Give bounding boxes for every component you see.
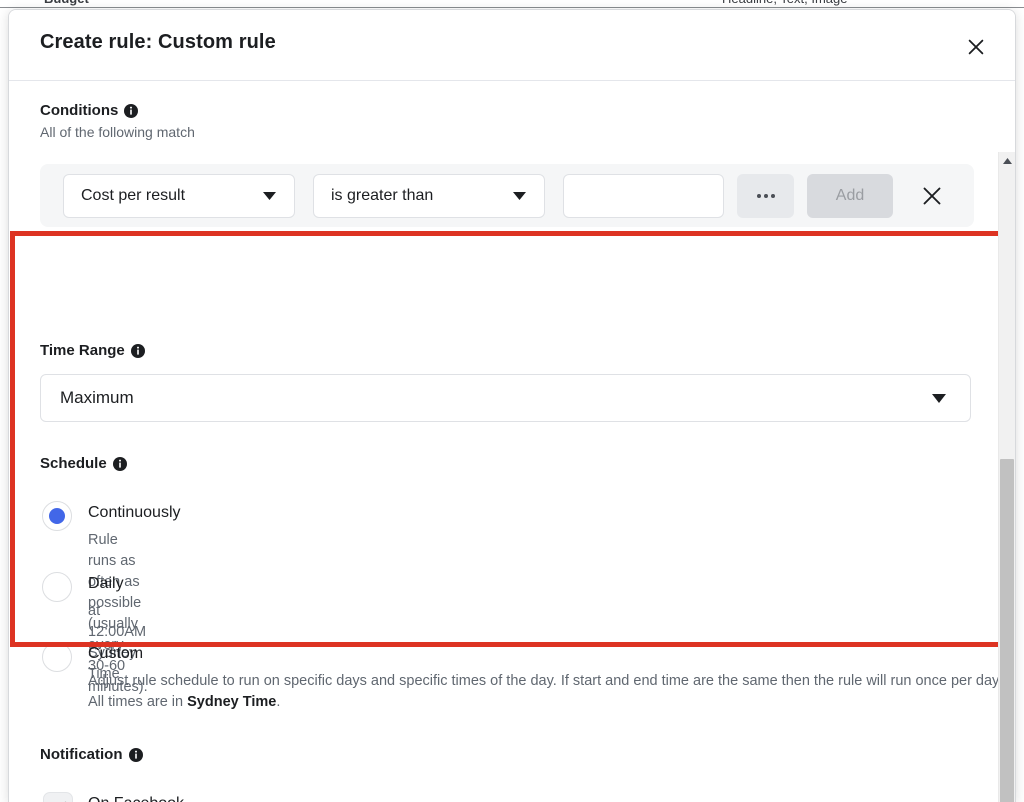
info-icon[interactable] <box>113 457 127 471</box>
more-dot <box>757 194 761 198</box>
page-title: Create rule: Custom rule <box>40 31 276 54</box>
chevron-down-icon <box>508 192 530 200</box>
add-condition-button[interactable]: Add <box>807 174 893 218</box>
background-text-right: Headline, Text, Image <box>722 0 848 6</box>
notification-label: Notification <box>40 746 974 763</box>
notification-facebook-title: On Facebook <box>88 795 184 802</box>
remove-condition-button[interactable] <box>912 176 952 216</box>
background-text-left: Budget <box>44 0 89 6</box>
condition-row: Cost per result is greater than <box>40 164 974 227</box>
scrollbar[interactable] <box>998 152 1015 802</box>
radio-button-continuously[interactable] <box>42 501 72 531</box>
schedule-option-description: Adjust rule schedule to run on specific … <box>88 671 1015 713</box>
schedule-section: Schedule Continuously Rule runs as often… <box>40 455 990 472</box>
time-range-select[interactable]: Maximum <box>40 374 971 422</box>
chevron-down-icon <box>258 192 280 200</box>
dialog-header: Create rule: Custom rule <box>9 10 1015 81</box>
notification-section: Notification On Facebook You'll recei <box>40 746 974 763</box>
time-range-section: Time Range Maximum <box>40 342 974 359</box>
close-icon <box>921 185 943 207</box>
info-icon[interactable] <box>129 748 143 762</box>
condition-more-button[interactable] <box>737 174 794 218</box>
radio-button-custom[interactable] <box>42 642 72 672</box>
background-divider <box>0 7 1024 8</box>
condition-operator-value: is greater than <box>314 187 508 205</box>
conditions-label-text: Conditions <box>40 102 118 119</box>
scrollbar-up-arrow-icon[interactable] <box>999 152 1015 169</box>
notification-label-text: Notification <box>40 746 123 763</box>
close-icon <box>966 37 986 57</box>
time-range-value: Maximum <box>41 388 928 408</box>
time-range-label: Time Range <box>40 342 974 359</box>
custom-desc-timezone: Sydney Time <box>187 694 276 710</box>
info-icon[interactable] <box>124 104 138 118</box>
radio-dot <box>49 508 65 524</box>
background-caret-icon: ▼ <box>178 0 189 3</box>
more-dot <box>764 194 768 198</box>
close-button[interactable] <box>959 30 993 64</box>
radio-button-daily[interactable] <box>42 572 72 602</box>
condition-metric-value: Cost per result <box>64 187 258 205</box>
schedule-label: Schedule <box>40 455 990 472</box>
condition-operator-select[interactable]: is greater than <box>313 174 545 218</box>
more-dot <box>771 194 775 198</box>
dialog-body: Conditions All of the following match Co… <box>9 81 1015 802</box>
radio-dot <box>49 649 65 665</box>
schedule-option-title: Continuously <box>88 504 181 522</box>
schedule-option-title: Custom <box>88 645 143 663</box>
create-rule-dialog: Create rule: Custom rule Conditions All … <box>8 9 1016 802</box>
time-range-label-text: Time Range <box>40 342 125 359</box>
conditions-subtitle: All of the following match <box>40 124 974 140</box>
schedule-option-title: Daily <box>88 575 124 593</box>
custom-desc-part2: . <box>276 694 280 710</box>
condition-metric-select[interactable]: Cost per result <box>63 174 295 218</box>
radio-dot <box>49 579 65 595</box>
chevron-down-icon <box>928 394 950 403</box>
info-icon[interactable] <box>131 344 145 358</box>
scrollbar-thumb[interactable] <box>1000 459 1014 802</box>
condition-value-input[interactable] <box>563 174 724 218</box>
checkbox-on-facebook[interactable] <box>43 792 73 802</box>
conditions-section: Conditions All of the following match Co… <box>40 102 974 140</box>
schedule-label-text: Schedule <box>40 455 107 472</box>
conditions-label: Conditions <box>40 102 974 119</box>
